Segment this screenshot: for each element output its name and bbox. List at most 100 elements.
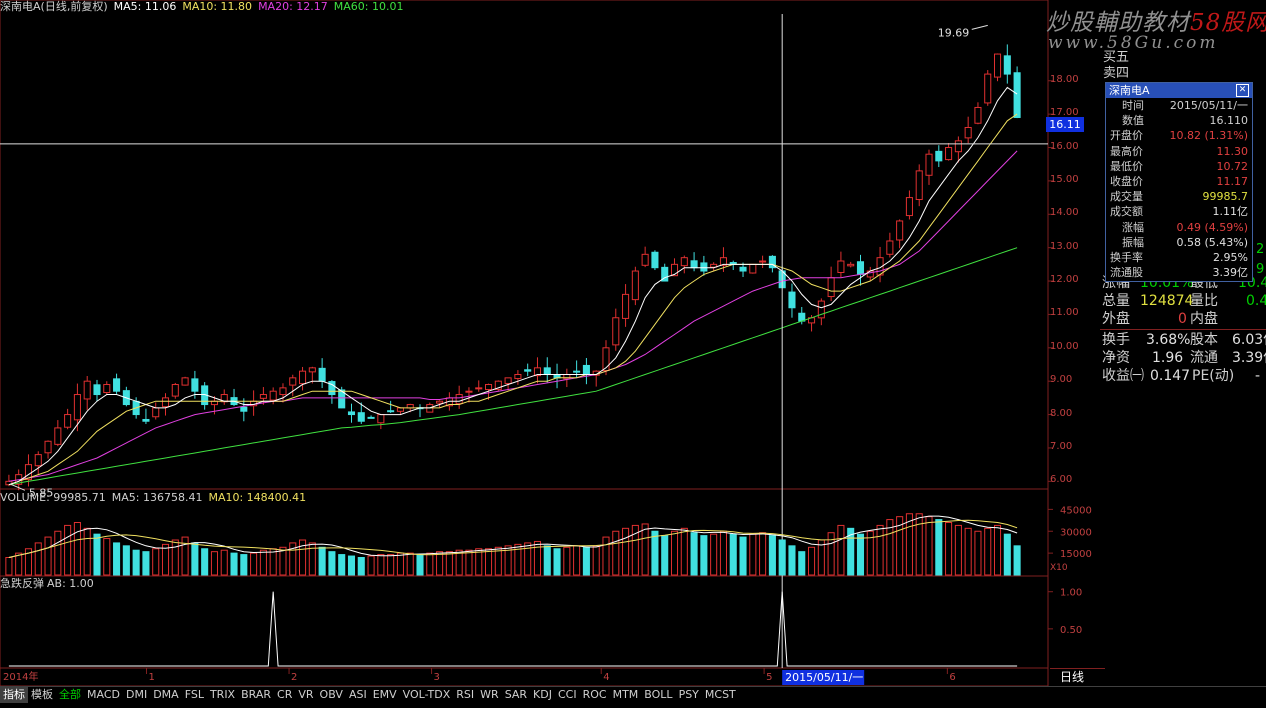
candle-body xyxy=(641,253,649,266)
candle-body xyxy=(680,257,688,267)
tab-wr[interactable]: WR xyxy=(477,687,502,703)
volume-bar xyxy=(416,554,424,576)
chart-canvas[interactable]: 19.69 5.85 45000 30000 15000 X10 1.00 0.50 2014年… xyxy=(0,0,1100,686)
volume-bar xyxy=(93,533,101,576)
candle-body xyxy=(964,126,972,139)
quote-label: PE(动) xyxy=(1192,368,1235,384)
popup-row-value: 0.58 (5.43%) xyxy=(1176,235,1248,249)
tab-obv[interactable]: OBV xyxy=(317,687,346,703)
tab-asi[interactable]: ASI xyxy=(346,687,370,703)
candle-body xyxy=(651,251,659,269)
volume-bar xyxy=(788,545,796,576)
price-axis-label: 15.00 xyxy=(1050,173,1079,185)
candle-body xyxy=(993,53,1002,78)
tab-macd[interactable]: MACD xyxy=(84,687,123,703)
tab-rsi[interactable]: RSI xyxy=(453,687,477,703)
chart-frame xyxy=(0,0,1049,686)
candle-body xyxy=(210,400,218,406)
volume-bar xyxy=(259,549,267,576)
tab-mtm[interactable]: MTM xyxy=(610,687,642,703)
tab-roc[interactable]: ROC xyxy=(580,687,610,703)
volume-bar xyxy=(34,542,42,576)
candle-body xyxy=(1013,72,1021,118)
quote-label: 换手 xyxy=(1102,332,1130,348)
popup-row-value: 2015/05/11/一 xyxy=(1169,99,1248,112)
quote-value: 0 xyxy=(1178,311,1187,327)
candle-body xyxy=(759,260,767,263)
candle-body xyxy=(739,266,747,272)
watermark-title: 炒股輔助教材58股网 xyxy=(1046,3,1266,37)
tab-psy[interactable]: PSY xyxy=(676,687,702,703)
volume-bar xyxy=(5,557,13,576)
volume-bar xyxy=(602,536,610,576)
quote-label: 量比 xyxy=(1190,293,1218,309)
volume-bar xyxy=(641,523,649,576)
tab-指标[interactable]: 指标 xyxy=(0,687,28,703)
candle-body xyxy=(259,394,267,399)
tab-全部[interactable]: 全部 xyxy=(56,687,84,703)
tab-mcst[interactable]: MCST xyxy=(702,687,739,703)
close-icon[interactable]: ✕ xyxy=(1236,84,1249,97)
tab-dma[interactable]: DMA xyxy=(150,687,182,703)
price-axis-label: 10.00 xyxy=(1050,340,1079,352)
data-window-popup[interactable]: 深南电A ✕ 时间 2015/05/11/一 数值 16.110 开盘价 10.82 (1… xyxy=(1105,82,1253,282)
indicator-tabs: 指标 模板 全部 MACD DMI DMA FSL TRIX BRAR CR VR OBV ASI EMV… xyxy=(0,686,1266,704)
tab-sar[interactable]: SAR xyxy=(502,687,530,703)
volume-bar xyxy=(837,524,845,576)
ma60-line xyxy=(8,247,1018,486)
popup-titlebar[interactable]: 深南电A ✕ xyxy=(1106,83,1252,98)
tab-cci[interactable]: CCI xyxy=(555,687,580,703)
popup-row-value: 99985.7 xyxy=(1202,190,1249,204)
tab-trix[interactable]: TRIX xyxy=(207,687,238,703)
candle-body xyxy=(514,374,522,380)
candle-body xyxy=(387,410,395,413)
popup-row: 振幅 0.58 (5.43%) xyxy=(1106,235,1252,250)
popup-row-label: 数值 xyxy=(1122,114,1144,128)
tab-boll[interactable]: BOLL xyxy=(641,687,675,703)
volume-bar xyxy=(710,533,718,576)
volume-bar xyxy=(622,527,630,576)
candle-body xyxy=(377,414,385,424)
volume-bar xyxy=(103,538,111,576)
volume-bar xyxy=(964,527,972,576)
volume-bar xyxy=(876,524,884,576)
volume-bar xyxy=(132,549,140,576)
popup-row-value: 1.11亿 xyxy=(1212,205,1249,219)
candle-body xyxy=(524,369,532,372)
volume-bar xyxy=(592,545,600,576)
candle-body xyxy=(886,240,894,255)
candle-body xyxy=(856,261,865,275)
tab-vr[interactable]: VR xyxy=(295,687,316,703)
tab-brar[interactable]: BRAR xyxy=(238,687,274,703)
candle-body xyxy=(847,263,855,267)
popup-row-label: 成交额 xyxy=(1110,205,1143,219)
candle-body xyxy=(308,367,316,373)
tab-fsl[interactable]: FSL xyxy=(182,687,207,703)
volume-bar xyxy=(484,548,493,576)
tab-模板[interactable]: 模板 xyxy=(28,687,56,703)
volume-bar xyxy=(436,551,444,576)
tab-kdj[interactable]: KDJ xyxy=(530,687,555,703)
popup-row-value: 3.39亿 xyxy=(1212,266,1249,280)
tab-dmi[interactable]: DMI xyxy=(123,687,150,703)
tab-cr[interactable]: CR xyxy=(274,687,295,703)
period-label[interactable]: 日线 xyxy=(1050,668,1105,685)
order-book-fragment-2: 卖四 xyxy=(1103,66,1130,81)
candle-body xyxy=(954,140,962,153)
tab-vol-tdx[interactable]: VOL-TDX xyxy=(400,687,454,703)
tab-emv[interactable]: EMV xyxy=(370,687,400,703)
popup-row: 成交额 1.11亿 xyxy=(1106,204,1252,219)
volume-bar xyxy=(670,530,679,576)
candle-body xyxy=(152,407,160,418)
candle-body xyxy=(54,427,62,445)
candle-body xyxy=(44,440,52,454)
volume-bar xyxy=(445,551,453,576)
volume-bar xyxy=(553,548,561,576)
candle-body xyxy=(573,370,581,373)
candle-body xyxy=(837,260,845,273)
volume-bar xyxy=(661,535,669,576)
volume-bar xyxy=(308,542,316,576)
month-label: 1 xyxy=(149,672,155,683)
candle-body xyxy=(34,454,42,467)
candle-body xyxy=(83,380,91,400)
